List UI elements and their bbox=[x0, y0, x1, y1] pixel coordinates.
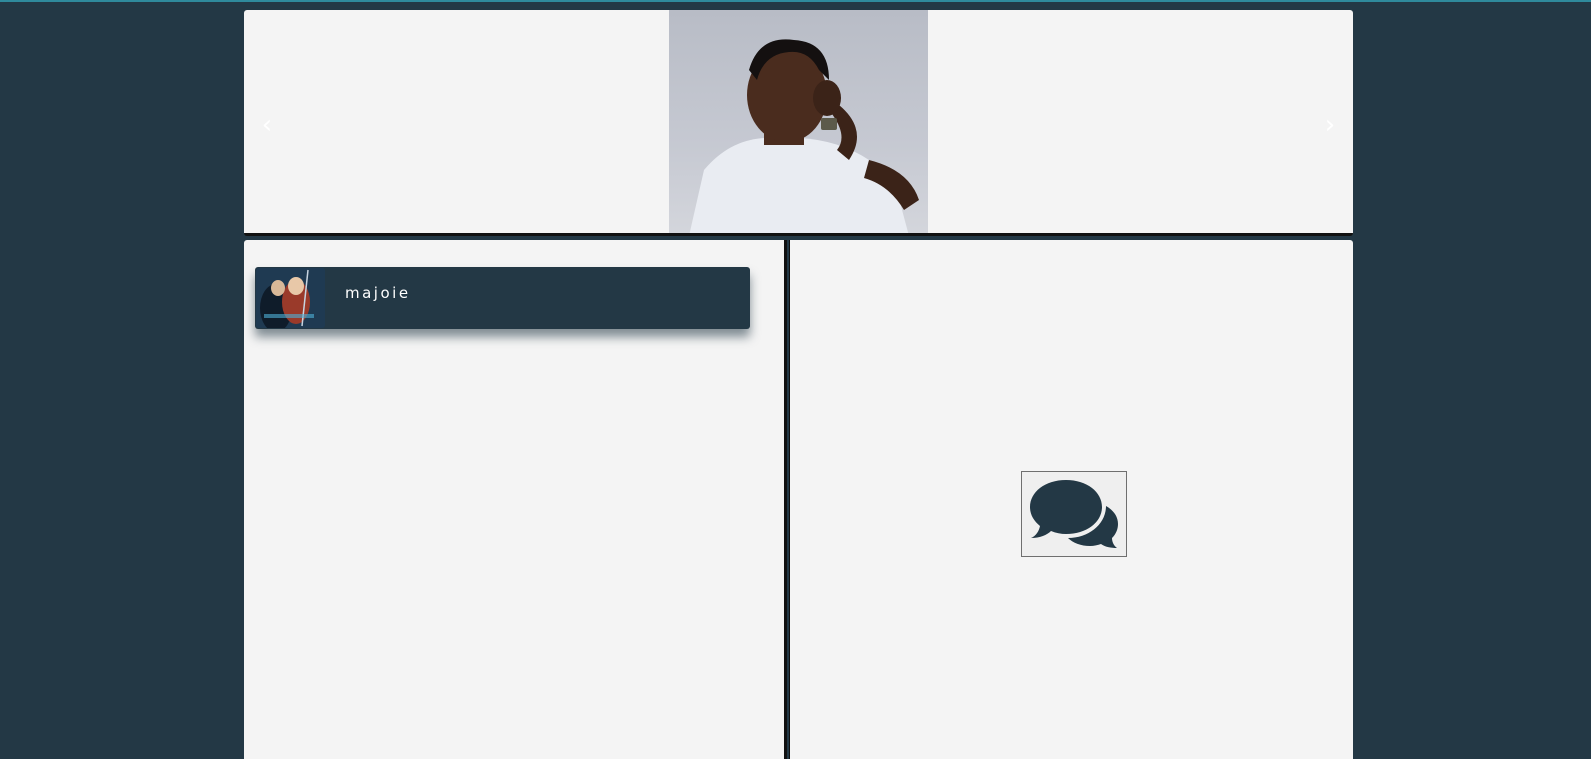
contacts-panel: majoie bbox=[244, 240, 787, 759]
contact-list-item[interactable]: majoie bbox=[255, 267, 750, 329]
comments-icon bbox=[1028, 476, 1120, 553]
contact-name: majoie bbox=[345, 284, 411, 302]
carousel-next-button[interactable]: › bbox=[1315, 110, 1345, 140]
top-accent-rule bbox=[0, 0, 1591, 2]
contact-avatar bbox=[256, 268, 325, 328]
open-chat-button[interactable] bbox=[1021, 471, 1127, 557]
carousel-slide-photo bbox=[669, 10, 928, 233]
chat-panel bbox=[789, 240, 1353, 759]
carousel-prev-button[interactable]: ‹ bbox=[252, 110, 282, 140]
image-carousel: ‹ › bbox=[244, 10, 1353, 236]
